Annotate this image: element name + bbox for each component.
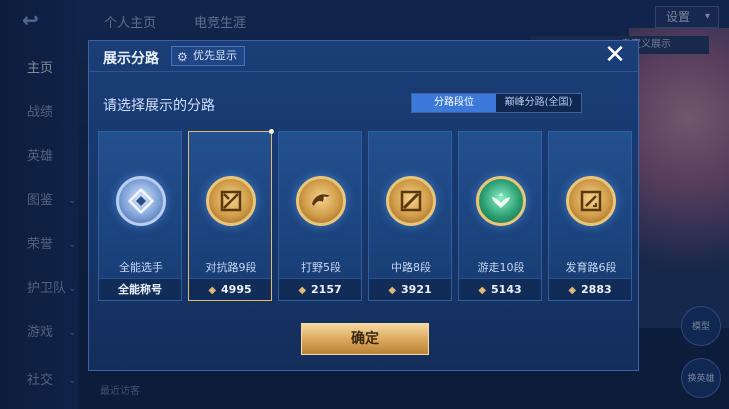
card-name: 中路8段 — [391, 261, 431, 274]
lane-card-list: 全能选手 全能称号 对抗路9段 ◆ 4995 打野5段 ◆ 2157 中路8段 … — [98, 129, 632, 301]
card-score: 4995 — [221, 283, 252, 296]
lane-select-prompt: 请选择展示的分路 — [103, 98, 215, 114]
lane-mode-toggle: 分路段位 巅峰分路(全国) — [411, 93, 582, 113]
title-divider — [89, 71, 640, 72]
card-footer-text: 全能称号 — [118, 283, 162, 296]
card-score: 2157 — [311, 283, 342, 296]
gear-icon: ⚙ — [177, 50, 188, 64]
display-lane-modal: 展示分路 ⚙ 优先显示 ✕ 请选择展示的分路 分路段位 巅峰分路(全国) 全能选… — [88, 40, 640, 371]
selection-marker — [269, 129, 274, 134]
close-button[interactable]: ✕ — [602, 40, 628, 70]
rank-points-icon: ◆ — [568, 285, 577, 296]
lane-card-jungle[interactable]: 打野5段 ◆ 2157 — [278, 131, 362, 301]
roam-icon — [476, 176, 526, 226]
clash-lane-icon — [206, 176, 256, 226]
lane-card-roam[interactable]: 游走10段 ◆ 5143 — [458, 131, 542, 301]
card-score: 2883 — [581, 283, 612, 296]
card-footer: ◆ 2883 — [549, 278, 631, 300]
priority-label: 优先显示 — [193, 49, 237, 62]
rank-points-icon: ◆ — [388, 285, 397, 296]
rank-points-icon: ◆ — [478, 285, 487, 296]
tab-lane-rank[interactable]: 分路段位 — [412, 94, 496, 112]
confirm-button[interactable]: 确定 — [301, 323, 429, 355]
card-score: 3921 — [401, 283, 432, 296]
lane-card-allround[interactable]: 全能选手 全能称号 — [98, 131, 182, 301]
confirm-label: 确定 — [351, 331, 379, 347]
lane-card-clash[interactable]: 对抗路9段 ◆ 4995 — [188, 129, 274, 301]
card-name: 对抗路9段 — [205, 261, 257, 274]
card-footer: ◆ 4995 — [189, 278, 271, 300]
lane-card-farm[interactable]: 发育路6段 ◆ 2883 — [548, 131, 632, 301]
tab-peak-lane-national[interactable]: 巅峰分路(全国) — [496, 94, 581, 112]
card-footer: 全能称号 — [99, 278, 181, 300]
rank-points-icon: ◆ — [298, 285, 307, 296]
lane-card-mid[interactable]: 中路8段 ◆ 3921 — [368, 131, 452, 301]
mid-lane-icon — [386, 176, 436, 226]
card-footer: ◆ 3921 — [369, 278, 451, 300]
rank-points-icon: ◆ — [208, 285, 217, 296]
modal-title: 展示分路 — [103, 51, 159, 67]
jungle-icon — [296, 176, 346, 226]
card-name: 全能选手 — [119, 261, 163, 274]
close-icon: ✕ — [604, 40, 626, 70]
card-name: 打野5段 — [301, 261, 341, 274]
card-name: 发育路6段 — [565, 261, 617, 274]
farm-lane-icon — [566, 176, 616, 226]
card-name: 游走10段 — [477, 261, 525, 274]
card-footer: ◆ 5143 — [459, 278, 541, 300]
card-score: 5143 — [491, 283, 522, 296]
card-footer: ◆ 2157 — [279, 278, 361, 300]
allround-icon — [116, 176, 166, 226]
priority-display-button[interactable]: ⚙ 优先显示 — [171, 46, 245, 66]
